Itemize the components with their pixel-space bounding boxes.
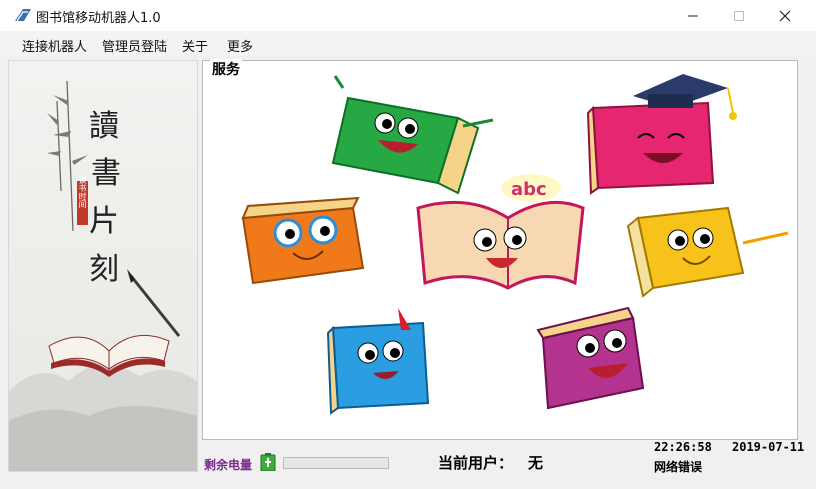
menu-admin-login[interactable]: 管理员登陆 [102,36,167,55]
orange-book-character [241,196,365,285]
clock-time: 22:26:58 [654,440,712,454]
menu-connect-robot[interactable]: 连接机器人 [22,36,87,55]
open-book-character: abc [416,174,585,290]
blue-book-character [326,308,430,415]
books-illustration: abc [241,74,789,415]
seal-text: 读书时间 [78,175,87,209]
current-user-label: 当前用户： [438,454,514,472]
left-decor-panel: 讀 書 片 刻 读书时间 [8,60,198,472]
maximize-icon [734,10,744,21]
yellow-book-character [626,206,789,298]
menu-bar: 连接机器人 管理员登陆 关于 更多 [0,31,816,56]
calligraphy-char-1: 讀 [89,109,119,144]
calligraphy-painting: 讀 書 片 刻 读书时间 [9,80,197,471]
menu-more[interactable]: 更多 [227,36,253,55]
title-bar: 图书馆移动机器人1.0 [0,0,816,32]
calligraphy-char-2: 書 [91,156,121,191]
battery-icon [260,453,276,471]
minimize-icon [688,15,698,16]
current-user-value: 无 [528,454,544,472]
calligraphy-char-3: 片 [89,204,119,239]
maximize-button[interactable] [716,0,762,31]
purple-book-character [536,306,645,410]
app-logo-icon [15,9,31,22]
pink-book-character [586,74,737,195]
abc-speech-text: abc [511,179,547,200]
close-icon [779,10,791,21]
network-status: 网络错误 [654,460,703,474]
close-button[interactable] [762,0,808,31]
window-title: 图书馆移动机器人1.0 [36,11,161,26]
calligraphy-char-4: 刻 [89,252,119,287]
battery-progress-bar [283,457,389,469]
minimize-button[interactable] [670,0,716,31]
battery-label: 剩余电量 [204,458,253,472]
menu-about[interactable]: 关于 [182,36,208,55]
clock-date: 2019-07-11 [732,440,805,454]
green-book-character [331,75,494,195]
